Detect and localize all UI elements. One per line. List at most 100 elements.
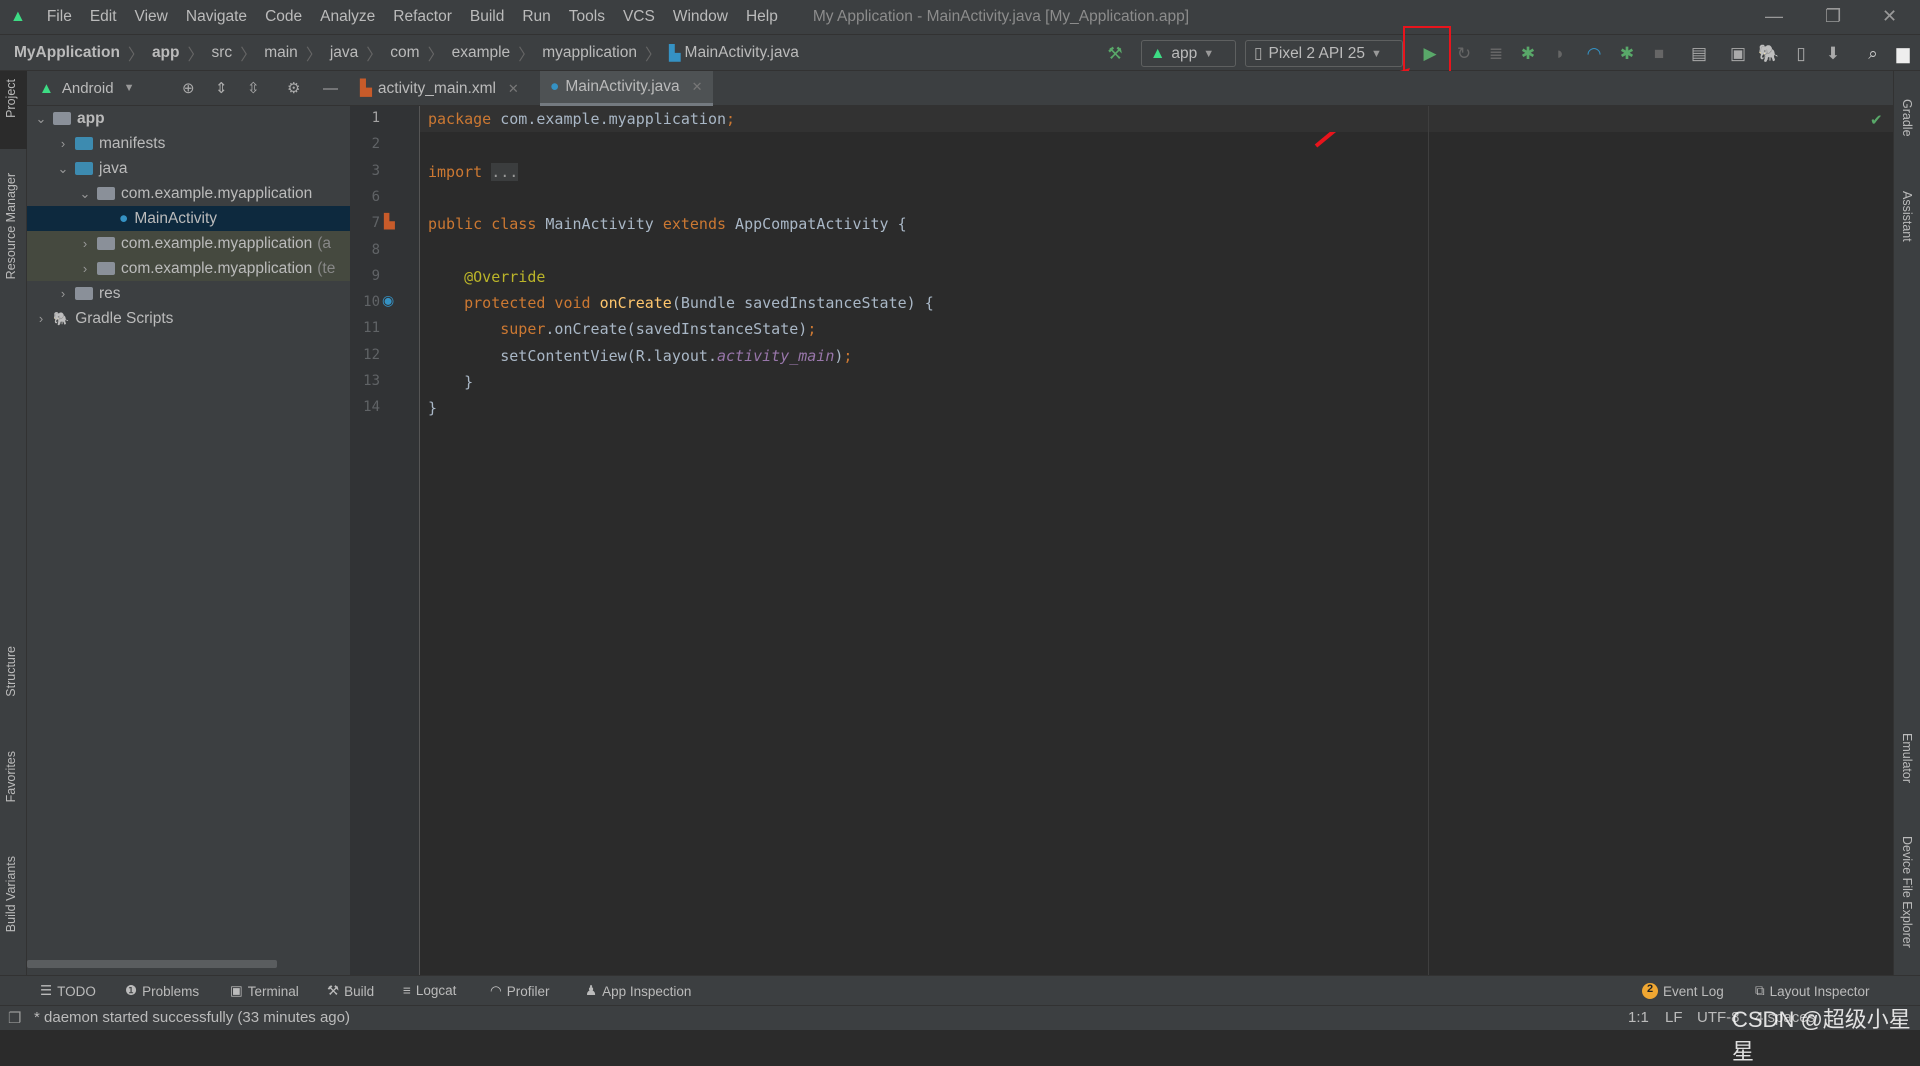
profile-icon[interactable]: ◠ <box>1583 44 1605 64</box>
menu-help[interactable]: Help <box>737 8 787 26</box>
tool-tab-emulator[interactable]: Emulator <box>1900 733 1914 783</box>
breadcrumb-item[interactable]: main <box>264 44 298 62</box>
tool-tab-favorites[interactable]: Favorites <box>4 751 18 802</box>
chevron-right-icon[interactable]: › <box>33 311 49 326</box>
tool-tab-device-file-explorer[interactable]: Device File Explorer <box>1900 836 1914 948</box>
breadcrumb-item[interactable]: example <box>452 44 511 62</box>
stop-icon[interactable]: ■ <box>1648 44 1670 64</box>
tool-profiler[interactable]: ◠ Profiler <box>490 983 550 999</box>
menu-refactor[interactable]: Refactor <box>384 8 461 26</box>
project-structure-icon[interactable]: ▤ <box>1688 44 1710 64</box>
debug-icon[interactable]: ✱ <box>1517 44 1539 64</box>
caret-position[interactable]: 1:1 <box>1628 1009 1649 1026</box>
chevron-right-icon[interactable]: › <box>55 136 71 151</box>
tool-tab-structure[interactable]: Structure <box>4 646 18 697</box>
close-button[interactable]: ✕ <box>1882 6 1897 27</box>
gear-icon[interactable]: ⚙ <box>287 79 300 97</box>
menu-run[interactable]: Run <box>513 8 559 26</box>
chevron-down-icon[interactable]: ⌄ <box>55 161 71 177</box>
restore-button[interactable]: ❐ <box>1825 6 1841 27</box>
override-gutter-icon[interactable]: ◉ <box>382 292 394 309</box>
menu-navigate[interactable]: Navigate <box>177 8 256 26</box>
coverage-icon[interactable]: ◗ <box>1549 44 1571 64</box>
minimize-button[interactable]: — <box>1765 6 1783 27</box>
menu-edit[interactable]: Edit <box>81 8 126 26</box>
breadcrumb-item[interactable]: java <box>330 44 358 62</box>
tree-item[interactable]: ⌄ java <box>27 156 350 181</box>
tool-logcat[interactable]: ≡ Logcat <box>403 983 456 998</box>
line-separator[interactable]: LF <box>1665 1009 1683 1026</box>
chevron-down-icon[interactable]: ▼ <box>124 82 135 94</box>
menu-vcs[interactable]: VCS <box>614 8 664 26</box>
breadcrumb-item[interactable]: src <box>212 44 233 62</box>
tree-item[interactable]: › manifests <box>27 131 350 156</box>
menu-window[interactable]: Window <box>664 8 737 26</box>
breadcrumb-item[interactable]: app <box>152 44 180 62</box>
tool-event-log[interactable]: 2 Event Log <box>1642 983 1724 999</box>
status-message[interactable]: * daemon started successfully (33 minute… <box>34 1009 350 1026</box>
chevron-down-icon[interactable]: ⌄ <box>33 111 49 127</box>
tree-item-label: manifests <box>99 134 166 152</box>
device-manager-icon[interactable]: ▯ <box>1790 44 1812 64</box>
tool-terminal[interactable]: ▣ Terminal <box>230 983 299 999</box>
gradle-sync-icon[interactable]: 🐘 <box>1758 44 1780 64</box>
menu-code[interactable]: Code <box>256 8 311 26</box>
code-editor[interactable]: ✔ package com.example.myapplication; impo… <box>420 106 1893 975</box>
horizontal-scrollbar[interactable] <box>27 960 277 968</box>
layout-file-gutter-icon[interactable]: ▙ <box>384 213 395 230</box>
hide-icon[interactable]: — <box>323 80 338 97</box>
tree-item[interactable]: › com.example.myapplication (te <box>27 256 350 281</box>
package-icon <box>97 187 115 200</box>
chevron-right-icon[interactable]: › <box>55 286 71 301</box>
right-margin-guide <box>1428 106 1429 975</box>
menu-view[interactable]: View <box>126 8 177 26</box>
sdk-manager-icon[interactable]: ⬇ <box>1822 44 1844 64</box>
tab-activity-main-xml[interactable]: ▙ activity_main.xml ✕ <box>350 71 529 106</box>
locate-icon[interactable]: ⊕ <box>182 79 195 97</box>
tab-main-activity-java[interactable]: ● MainActivity.java ✕ <box>540 71 713 106</box>
apply-changes-icon[interactable]: ↻ <box>1453 44 1475 64</box>
tool-tab-project[interactable]: Project <box>4 79 18 118</box>
menu-build[interactable]: Build <box>461 8 513 26</box>
no-problems-icon: ✔ <box>1870 112 1883 129</box>
tool-tab-resource-manager[interactable]: Resource Manager <box>4 173 18 279</box>
breadcrumb-item[interactable]: com <box>390 44 419 62</box>
tree-item[interactable]: › com.example.myapplication (a <box>27 231 350 256</box>
tool-problems[interactable]: ❶ Problems <box>125 983 199 999</box>
tree-item[interactable]: › res <box>27 281 350 306</box>
breadcrumb-item[interactable]: myapplication <box>542 44 637 62</box>
tool-tab-gradle[interactable]: Gradle <box>1900 99 1914 137</box>
attach-debugger-icon[interactable]: ✱ <box>1616 44 1638 64</box>
menu-analyze[interactable]: Analyze <box>311 8 384 26</box>
project-view-selector[interactable]: Android <box>62 80 114 97</box>
make-project-icon[interactable]: ⚒ <box>1104 44 1126 64</box>
close-tab-icon[interactable]: ✕ <box>508 81 519 97</box>
chevron-right-icon[interactable]: › <box>77 236 93 251</box>
tree-item[interactable]: ● MainActivity <box>27 206 350 231</box>
apply-code-changes-icon[interactable]: ≣ <box>1485 44 1507 64</box>
toggle-tool-windows-icon[interactable]: ❐ <box>8 1009 21 1027</box>
search-icon[interactable]: ⌕ <box>1862 44 1884 64</box>
chevron-down-icon[interactable]: ⌄ <box>77 186 93 202</box>
tree-item[interactable]: ⌄ com.example.myapplication <box>27 181 350 206</box>
chevron-right-icon[interactable]: › <box>77 261 93 276</box>
tree-item[interactable]: › 🐘 Gradle Scripts <box>27 306 350 331</box>
avd-manager-icon[interactable]: ▣ <box>1727 44 1749 64</box>
expand-all-icon[interactable]: ⇕ <box>215 79 228 97</box>
tree-item[interactable]: ⌄ app <box>27 106 350 131</box>
tool-tab-build-variants[interactable]: Build Variants <box>4 856 18 932</box>
tool-build[interactable]: ⚒ Build <box>327 983 374 999</box>
account-avatar[interactable]: ▆ <box>1892 44 1914 64</box>
tool-tab-assistant[interactable]: Assistant <box>1900 191 1914 242</box>
menu-tools[interactable]: Tools <box>560 8 614 26</box>
code-line: setContentView(R.layout.activity_main); <box>428 346 853 365</box>
close-tab-icon[interactable]: ✕ <box>692 79 703 95</box>
breadcrumb-item[interactable]: MyApplication <box>14 44 120 62</box>
breadcrumb-item[interactable]: MainActivity.java <box>685 44 799 62</box>
tool-app-inspection[interactable]: ♟ App Inspection <box>585 983 691 999</box>
tool-todo[interactable]: ☰ TODO <box>40 983 96 999</box>
menu-file[interactable]: File <box>38 8 81 26</box>
collapse-all-icon[interactable]: ⇳ <box>247 79 260 97</box>
tool-layout-inspector[interactable]: ⧉ Layout Inspector <box>1755 983 1869 999</box>
run-config-dropdown[interactable]: ▲ app ▼ <box>1141 40 1236 67</box>
